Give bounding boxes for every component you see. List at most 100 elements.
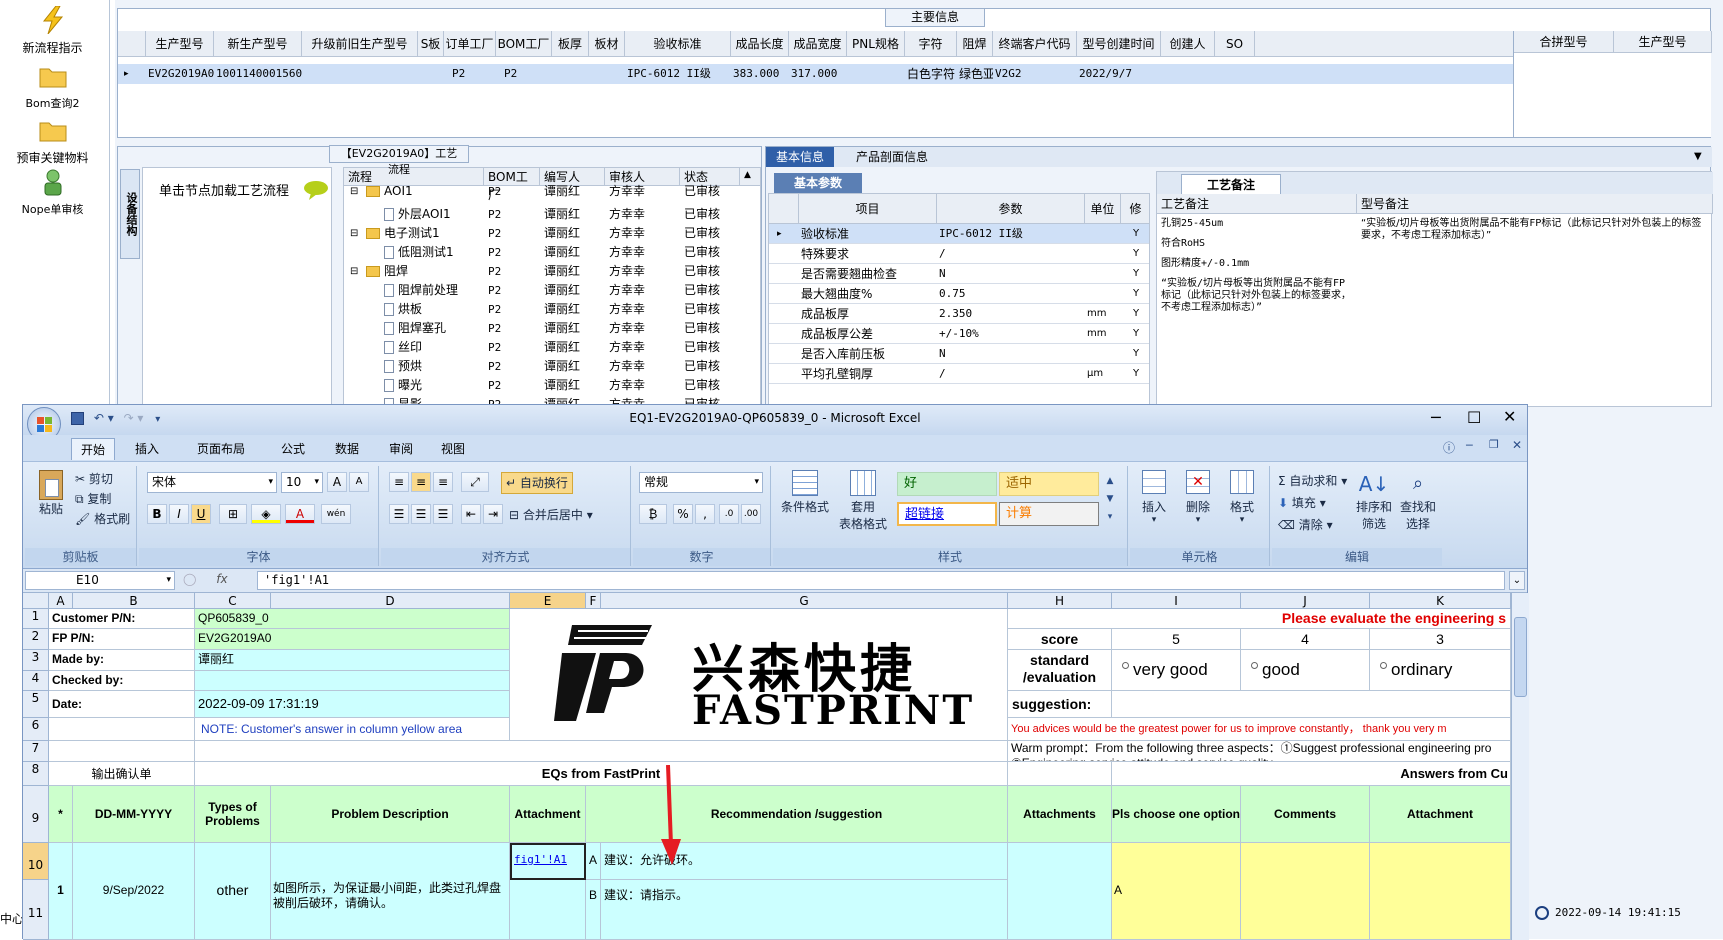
attachment-cell[interactable] [510, 880, 586, 940]
minimize-icon[interactable]: ─ [1431, 408, 1441, 427]
panel-dropdown-icon[interactable]: ▼ [1694, 151, 1702, 162]
italic-button[interactable]: I [169, 504, 189, 524]
currency-button[interactable]: ₿ [639, 504, 667, 524]
tree-expander-icon[interactable]: ⊟ [350, 262, 358, 281]
tab-basic-info[interactable]: 基本信息 [766, 147, 834, 167]
tree-row[interactable]: ⊟ 电子测试1 P2 谭丽红 方幸幸 已审核 [344, 224, 744, 243]
tree-node[interactable]: 烘板 [384, 300, 422, 319]
param-row[interactable]: 最大翘曲度% 0.75 Y [769, 284, 1149, 304]
tree-expander-icon[interactable]: ⊟ [350, 224, 358, 243]
problem-description[interactable]: 如图所示，为保证最小间距，此类过孔焊盘被削后破环，请确认。 [271, 843, 510, 940]
tree-row[interactable]: 丝印 P2 谭丽红 方幸幸 已审核 [344, 338, 744, 357]
font-color-button[interactable]: A [285, 504, 315, 524]
grow-font-button[interactable]: A [327, 472, 347, 492]
merge-center-button[interactable]: ⊟ 合并后居中 ▾ [509, 506, 593, 523]
paste-button[interactable]: 粘贴 [33, 470, 69, 517]
tree-node[interactable]: 阻焊塞孔 [384, 319, 446, 338]
tree-row[interactable]: 低阻测试1 P2 谭丽红 方幸幸 已审核 [344, 243, 744, 262]
tree-expander-icon[interactable]: ⊟ [350, 182, 358, 201]
column-header[interactable]: H [1008, 593, 1112, 609]
attachment-link-text[interactable]: fig1'!A1 [514, 853, 567, 866]
column-header[interactable]: D [271, 593, 510, 609]
align-center-button[interactable]: ☰ [411, 504, 431, 524]
tab-3[interactable]: 页面布局 [183, 438, 259, 460]
tree-row[interactable]: ⊟ 阻焊 P2 谭丽红 方幸幸 已审核 [344, 262, 744, 281]
column-header[interactable]: C [195, 593, 271, 609]
align-middle-button[interactable]: ≡ [411, 472, 431, 492]
param-row[interactable]: 是否入库前压板 N Y [769, 344, 1149, 364]
tab-7[interactable]: 视图 [433, 438, 473, 460]
number-format-select[interactable]: 常规 ▾ [639, 472, 763, 493]
underline-button[interactable]: U [191, 504, 211, 524]
answer-attachment[interactable] [1370, 843, 1511, 940]
select-all-corner[interactable] [23, 593, 49, 609]
column-header[interactable]: A [49, 593, 73, 609]
name-box[interactable]: E10 ▾ [25, 571, 175, 590]
ribbon-restore-icon[interactable]: ❐ [1489, 438, 1499, 451]
wrap-text-button[interactable]: ↵ 自动换行 [501, 472, 573, 494]
copy-button[interactable]: ⧉ 复制 [75, 490, 111, 507]
made-by-value[interactable]: 谭丽红 [195, 650, 510, 671]
close-icon[interactable]: ✕ [1503, 407, 1516, 426]
row-header[interactable]: 3 [23, 650, 49, 671]
radio-good[interactable]: good [1241, 650, 1370, 691]
side-tab[interactable]: 设备结构 [120, 169, 140, 259]
tree-node[interactable]: 电子测试1 [366, 224, 440, 243]
row-header[interactable]: 9 [23, 786, 49, 843]
tree-node[interactable]: AOI1 [366, 182, 413, 201]
tree-node[interactable]: 阻焊前处理 [384, 281, 458, 300]
percent-button[interactable]: % [673, 504, 693, 524]
checked-by-value[interactable] [195, 671, 510, 691]
help-icon[interactable]: ⓘ [1443, 439, 1455, 456]
tab-4[interactable]: 公式 [273, 438, 313, 460]
sort-filter-button[interactable]: A↓ 排序和 筛选 [1354, 470, 1394, 532]
cut-button[interactable]: ✂ 剪切 [75, 470, 113, 487]
tree-row[interactable]: ⊟ AOI1 P2 谭丽红 方幸幸 已审核 [344, 182, 744, 201]
fp-pn-value[interactable]: EV2G2019A0 [195, 629, 510, 650]
radio-ordinary[interactable]: ordinary [1370, 650, 1511, 691]
style-neutral[interactable]: 适中 [999, 472, 1099, 496]
increase-decimal-button[interactable]: .0 [719, 504, 739, 524]
param-row[interactable]: 成品板厚公差 +/-10% mm Y [769, 324, 1149, 344]
format-painter-button[interactable]: 🖌 格式刷 [75, 510, 130, 527]
tree-node[interactable]: 预烘 [384, 357, 422, 376]
row-header[interactable]: 10 [23, 843, 49, 880]
attachment-link[interactable]: fig1'!A1 [510, 843, 586, 880]
row-header[interactable]: 7 [23, 741, 49, 762]
autosum-button[interactable]: Σ 自动求和 ▾ [1278, 472, 1347, 489]
row-header[interactable]: 5 [23, 691, 49, 718]
font-size-select[interactable]: 10 ▾ [281, 472, 323, 493]
comma-button[interactable]: , [695, 504, 715, 524]
column-header[interactable]: G [601, 593, 1008, 609]
column-header[interactable]: I [1112, 593, 1241, 609]
attachments-cell[interactable] [1008, 843, 1112, 940]
param-row[interactable]: ▸ 验收标准 IPC-6012 II级 Y [769, 224, 1149, 244]
answer-comments[interactable] [1241, 843, 1370, 940]
borders-button[interactable]: ⊞ [219, 504, 247, 524]
align-right-button[interactable]: ☰ [433, 504, 453, 524]
date-value[interactable]: 2022-09-09 17:31:19 [195, 691, 510, 718]
align-left-button[interactable]: ☰ [389, 504, 409, 524]
tab-1[interactable]: 开始 [71, 438, 115, 460]
styles-scroll[interactable]: ▲ ▼ ▾ [1103, 472, 1117, 528]
notes-tab[interactable]: 工艺备注 [1181, 174, 1281, 194]
fx-button[interactable]: ◯ fx [183, 571, 253, 590]
orientation-button[interactable]: ⤢ [461, 472, 489, 492]
rail-item-new-flow[interactable]: 新流程指示 [0, 5, 105, 56]
customer-pn-value[interactable]: QP605839_0 [195, 609, 510, 629]
tree-node[interactable]: 低阻测试1 [384, 243, 454, 262]
tree-node[interactable]: 阻焊 [366, 262, 408, 281]
radio-very-good[interactable]: very good [1112, 650, 1241, 691]
scroll-thumb[interactable] [1514, 617, 1527, 697]
param-row[interactable]: 成品板厚 2.350 mm Y [769, 304, 1149, 324]
rail-item-bom-query[interactable]: Bom查询2 [0, 62, 105, 111]
insert-cells-button[interactable]: 插入 ▾ [1134, 470, 1174, 525]
tree-node[interactable]: 丝印 [384, 338, 422, 357]
tree-row[interactable]: 阻焊前处理 P2 谭丽红 方幸幸 已审核 [344, 281, 744, 300]
style-good[interactable]: 好 [897, 472, 997, 496]
tab-2[interactable]: 插入 [127, 438, 167, 460]
increase-indent-button[interactable]: ⇥ [483, 504, 503, 524]
fill-button[interactable]: ⬇ 填充 ▾ [1278, 494, 1326, 511]
style-calculation[interactable]: 计算 [999, 502, 1099, 526]
clear-button[interactable]: ⌫ 清除 ▾ [1278, 516, 1333, 533]
